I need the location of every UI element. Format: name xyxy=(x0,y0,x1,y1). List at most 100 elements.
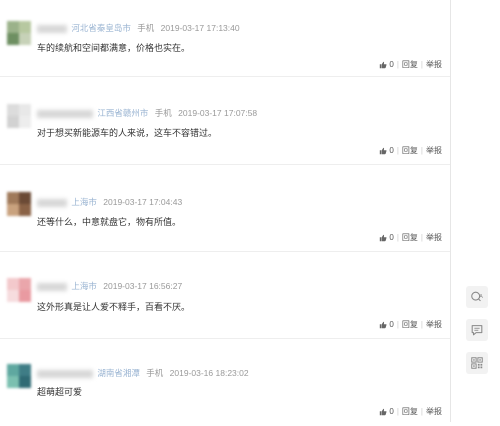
comment-time: 2019-03-17 17:07:58 xyxy=(178,108,258,118)
qa-button[interactable]: A xyxy=(466,286,488,308)
comment-actions: 0 | 回复 | 举报 xyxy=(379,145,442,156)
comment-device: 手机 xyxy=(137,23,155,33)
comment-text: 超萌超可爱 xyxy=(37,387,83,397)
report-button[interactable]: 举报 xyxy=(426,232,442,243)
avatar-pixel xyxy=(7,364,19,376)
thumbs-up-icon[interactable] xyxy=(379,61,387,69)
reply-button[interactable]: 回复 xyxy=(402,232,418,243)
comment-time: 2019-03-17 17:13:40 xyxy=(160,23,240,33)
comment-item: 湖南省湘潭 手机 2019-03-16 18:23:02 超萌超可爱 0 | 回… xyxy=(0,339,450,426)
avatar-pixel xyxy=(7,278,19,290)
comment-button[interactable] xyxy=(466,319,488,341)
comment-text: 车的续航和空间都满意，价格也实在。 xyxy=(37,43,191,53)
comment-location: 上海市 xyxy=(71,281,97,291)
separator: | xyxy=(420,233,423,242)
comment-location: 上海市 xyxy=(71,197,97,207)
avatar[interactable] xyxy=(7,364,31,388)
comment-location: 湖南省湘潭 xyxy=(97,368,140,378)
comment-time: 2019-03-17 17:04:43 xyxy=(103,197,183,207)
separator: | xyxy=(396,320,399,329)
avatar-pixel xyxy=(19,290,31,302)
like-count: 0 xyxy=(389,60,394,69)
comment-meta: 上海市 2019-03-17 16:56:27 xyxy=(37,280,182,292)
separator: | xyxy=(420,320,423,329)
comment-meta: 上海市 2019-03-17 17:04:43 xyxy=(37,196,182,208)
separator: | xyxy=(396,233,399,242)
username-blurred[interactable] xyxy=(37,369,93,378)
avatar[interactable] xyxy=(7,21,31,45)
comment-actions: 0 | 回复 | 举报 xyxy=(379,406,442,417)
avatar-pixel xyxy=(7,192,19,204)
like-count: 0 xyxy=(389,146,394,155)
avatar-pixel xyxy=(19,104,31,116)
comment-time: 2019-03-16 18:23:02 xyxy=(169,368,249,378)
avatar[interactable] xyxy=(7,104,31,128)
comment-location: 河北省秦皇岛市 xyxy=(71,23,131,33)
comment-item: 上海市 2019-03-17 16:56:27 这外形真是让人爱不释手，百看不厌… xyxy=(0,252,450,339)
comment-time: 2019-03-17 16:56:27 xyxy=(103,281,183,291)
comment-text: 还等什么，中意就盘它，物有所值。 xyxy=(37,217,182,227)
avatar[interactable] xyxy=(7,192,31,216)
comment-actions: 0 | 回复 | 举报 xyxy=(379,319,442,330)
reply-button[interactable]: 回复 xyxy=(402,145,418,156)
comment-actions: 0 | 回复 | 举报 xyxy=(379,232,442,243)
report-button[interactable]: 举报 xyxy=(426,319,442,330)
comment-text: 这外形真是让人爱不释手，百看不厌。 xyxy=(37,302,191,312)
svg-text:A: A xyxy=(479,294,483,300)
comment-actions: 0 | 回复 | 举报 xyxy=(379,59,442,70)
comment-item: 江西省赣州市 手机 2019-03-17 17:07:58 对于想买新能源车的人… xyxy=(0,77,450,165)
username-blurred[interactable] xyxy=(37,109,93,118)
avatar-pixel xyxy=(7,376,19,388)
sidebar-divider xyxy=(450,0,451,422)
thumbs-up-icon[interactable] xyxy=(379,234,387,242)
like-count: 0 xyxy=(389,320,394,329)
avatar-pixel xyxy=(19,192,31,204)
report-button[interactable]: 举报 xyxy=(426,59,442,70)
avatar-pixel xyxy=(19,278,31,290)
thumbs-up-icon[interactable] xyxy=(379,408,387,416)
thumbs-up-icon[interactable] xyxy=(379,321,387,329)
comment-meta: 河北省秦皇岛市 手机 2019-03-17 17:13:40 xyxy=(37,22,240,34)
comment-text: 对于想买新能源车的人来说，这车不容错过。 xyxy=(37,128,218,138)
username-blurred[interactable] xyxy=(37,198,67,207)
like-count: 0 xyxy=(389,233,394,242)
separator: | xyxy=(396,407,399,416)
report-button[interactable]: 举报 xyxy=(426,406,442,417)
reply-button[interactable]: 回复 xyxy=(402,319,418,330)
separator: | xyxy=(420,146,423,155)
avatar-pixel xyxy=(7,204,19,216)
qrcode-button[interactable] xyxy=(466,352,488,374)
comment-list: 河北省秦皇岛市 手机 2019-03-17 17:13:40 车的续航和空间都满… xyxy=(0,0,450,426)
avatar-pixel xyxy=(7,116,19,128)
avatar-pixel xyxy=(19,116,31,128)
avatar-pixel xyxy=(19,21,31,33)
reply-button[interactable]: 回复 xyxy=(402,59,418,70)
report-button[interactable]: 举报 xyxy=(426,145,442,156)
comment-icon xyxy=(471,325,483,336)
avatar-pixel xyxy=(7,33,19,45)
avatar-pixel xyxy=(19,364,31,376)
avatar-pixel xyxy=(19,376,31,388)
qa-icon: A xyxy=(471,291,483,302)
qrcode-icon xyxy=(471,357,483,369)
separator: | xyxy=(396,60,399,69)
separator: | xyxy=(420,60,423,69)
avatar-pixel xyxy=(7,21,19,33)
avatar[interactable] xyxy=(7,278,31,302)
comment-location: 江西省赣州市 xyxy=(97,108,149,118)
avatar-pixel xyxy=(7,104,19,116)
avatar-pixel xyxy=(7,290,19,302)
avatar-pixel xyxy=(19,33,31,45)
comment-item: 上海市 2019-03-17 17:04:43 还等什么，中意就盘它，物有所值。… xyxy=(0,165,450,252)
comment-device: 手机 xyxy=(154,108,172,118)
username-blurred[interactable] xyxy=(37,24,67,33)
separator: | xyxy=(420,407,423,416)
comment-meta: 湖南省湘潭 手机 2019-03-16 18:23:02 xyxy=(37,367,249,379)
thumbs-up-icon[interactable] xyxy=(379,147,387,155)
comment-item: 河北省秦皇岛市 手机 2019-03-17 17:13:40 车的续航和空间都满… xyxy=(0,0,450,77)
like-count: 0 xyxy=(389,407,394,416)
reply-button[interactable]: 回复 xyxy=(402,406,418,417)
comment-meta: 江西省赣州市 手机 2019-03-17 17:07:58 xyxy=(37,107,257,119)
avatar-pixel xyxy=(19,204,31,216)
username-blurred[interactable] xyxy=(37,282,67,291)
